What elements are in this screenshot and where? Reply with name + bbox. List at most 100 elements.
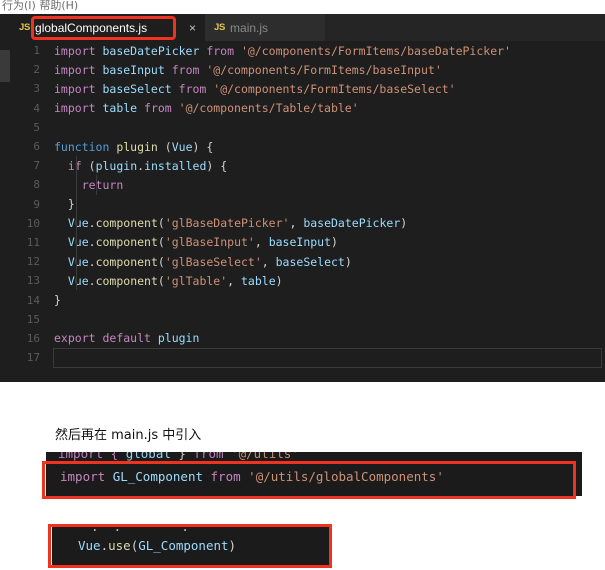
code-line[interactable]: 13 Vue.component('glTable', table) bbox=[10, 271, 605, 291]
code-line[interactable]: 8 return bbox=[10, 175, 605, 195]
code-line[interactable]: 6 function plugin (Vue) { bbox=[10, 137, 605, 156]
code-token: ) { bbox=[206, 158, 228, 173]
code-token: Vue bbox=[67, 216, 89, 231]
line-number: 13 bbox=[26, 274, 40, 288]
code-token: . bbox=[88, 235, 96, 250]
code-token: 'glBaseDatePicker' bbox=[164, 216, 290, 231]
code-token: export bbox=[54, 331, 103, 346]
code-line[interactable]: 11 Vue.component('glBaseInput', baseInpu… bbox=[10, 232, 605, 253]
code-token: Vue bbox=[67, 254, 89, 269]
snippet-vue-use: . . . Vue.use(GL_Component) bbox=[52, 527, 330, 565]
indent-guide bbox=[76, 175, 77, 195]
snippet-clipped-line: . . . bbox=[76, 527, 189, 534]
indent-guide bbox=[76, 194, 77, 214]
code-token: import { bbox=[58, 452, 126, 461]
line-number: 4 bbox=[33, 101, 40, 115]
code-line[interactable]: 15 bbox=[10, 310, 605, 329]
code-editor-window: JS globalComponents.js × JS main.js 1 imp… bbox=[0, 14, 605, 382]
code-token: ) { bbox=[192, 139, 214, 154]
line-number: 12 bbox=[26, 255, 40, 269]
code-token: ( bbox=[157, 254, 165, 269]
code-token: ( bbox=[157, 216, 165, 231]
code-token: '@/components/FormItems/baseInput' bbox=[206, 62, 442, 77]
code-token: component bbox=[95, 216, 158, 231]
code-line[interactable]: 1 import baseDatePicker from '@/component… bbox=[10, 41, 605, 60]
code-token: from bbox=[144, 101, 179, 116]
code-token: import bbox=[60, 469, 113, 484]
code-line[interactable]: 17 bbox=[10, 347, 605, 368]
tab-globalcomponents-js[interactable]: JS globalComponents.js × bbox=[10, 14, 205, 41]
code-token: baseInput bbox=[268, 235, 332, 250]
code-token: import bbox=[54, 101, 103, 116]
snippet-import-gl-component: import { global } from '@/utils' import … bbox=[46, 452, 582, 496]
code-line[interactable]: 12 Vue.component('glBaseSelect', baseSel… bbox=[10, 252, 605, 272]
code-line-text: Vue.component('glBaseInput', baseInput) bbox=[54, 235, 605, 249]
code-line[interactable]: 7 if (plugin.installed) { bbox=[10, 156, 605, 176]
code-token: from bbox=[178, 81, 214, 96]
activity-bar[interactable] bbox=[0, 14, 10, 382]
close-icon[interactable]: × bbox=[187, 22, 196, 34]
indent-guide bbox=[76, 213, 77, 233]
code-line[interactable]: 9 } bbox=[10, 194, 605, 214]
code-token: from bbox=[171, 62, 207, 77]
code-line-text: Vue.component('glBaseSelect', baseSelect… bbox=[54, 255, 605, 269]
code-token: 'glBaseInput' bbox=[164, 235, 255, 250]
line-number: 9 bbox=[33, 197, 40, 211]
code-token: , bbox=[227, 273, 241, 288]
code-content-area[interactable]: 1 import baseDatePicker from '@/component… bbox=[10, 41, 605, 382]
code-line[interactable]: 4 import table from '@/components/Table/t… bbox=[10, 99, 605, 118]
line-number: 16 bbox=[26, 331, 40, 345]
code-token: . bbox=[100, 538, 109, 553]
code-token: '@/components/Table/table' bbox=[178, 101, 359, 116]
code-line[interactable]: 16 export default plugin bbox=[10, 329, 605, 348]
line-number: 8 bbox=[33, 178, 40, 192]
code-line-text: import baseSelect from '@/components/For… bbox=[54, 82, 605, 96]
code-token: component bbox=[95, 273, 158, 288]
tab-label: globalComponents.js bbox=[35, 20, 148, 35]
line-number: 1 bbox=[33, 44, 40, 58]
code-token: import bbox=[54, 81, 103, 96]
code-token: ) bbox=[344, 254, 352, 269]
code-line[interactable]: 2 import baseInput from '@/components/For… bbox=[10, 60, 605, 79]
code-line[interactable]: 10 Vue.component('glBaseDatePicker', bas… bbox=[10, 213, 605, 233]
code-token: 'glTable' bbox=[164, 273, 228, 288]
tab-main-js[interactable]: JS main.js bbox=[205, 14, 325, 41]
editor-tab-bar: JS globalComponents.js × JS main.js bbox=[10, 14, 605, 41]
code-token: ( bbox=[157, 273, 165, 288]
code-token: function bbox=[54, 139, 117, 154]
code-token: plugin bbox=[95, 158, 138, 173]
code-line[interactable]: 3 import baseSelect from '@/components/Fo… bbox=[10, 79, 605, 98]
code-line[interactable]: 14} bbox=[10, 290, 605, 309]
caption-text: 然后再在 main.js 中引入 bbox=[55, 428, 202, 443]
code-line-text: return bbox=[54, 178, 605, 192]
code-line[interactable]: 5 bbox=[10, 118, 605, 137]
code-token: . bbox=[88, 273, 96, 288]
code-token: global bbox=[125, 452, 171, 461]
code-token: 'glBaseSelect' bbox=[164, 254, 262, 269]
code-line-text: if (plugin.installed) { bbox=[54, 159, 605, 173]
code-token: plugin bbox=[116, 139, 165, 154]
indent-guide bbox=[76, 252, 77, 272]
code-token: baseSelect bbox=[275, 254, 345, 269]
code-line-text: import baseInput from '@/components/Form… bbox=[54, 63, 605, 77]
code-token: '@/utils' bbox=[231, 452, 299, 461]
code-token: Vue bbox=[78, 538, 101, 553]
code-token: component bbox=[95, 254, 158, 269]
code-line-text: export default plugin bbox=[54, 331, 605, 345]
code-token: ) bbox=[331, 235, 338, 250]
code-line-text: import table from '@/components/Table/ta… bbox=[54, 101, 605, 115]
code-line-text: function plugin (Vue) { bbox=[54, 140, 605, 154]
code-token: ( bbox=[157, 235, 165, 250]
code-token: } bbox=[54, 197, 75, 212]
menu-strip-text: 行为(I) 帮助(H) bbox=[2, 0, 79, 12]
code-token: component bbox=[95, 235, 158, 250]
activity-bar-thumb[interactable] bbox=[0, 50, 10, 82]
code-token: ) bbox=[228, 538, 237, 553]
code-token: table bbox=[102, 101, 145, 116]
line-number: 7 bbox=[33, 159, 40, 173]
code-lines: 1 import baseDatePicker from '@/component… bbox=[10, 41, 605, 368]
line-number: 2 bbox=[33, 63, 40, 77]
code-token: if bbox=[67, 158, 89, 173]
code-token: . bbox=[88, 216, 96, 231]
